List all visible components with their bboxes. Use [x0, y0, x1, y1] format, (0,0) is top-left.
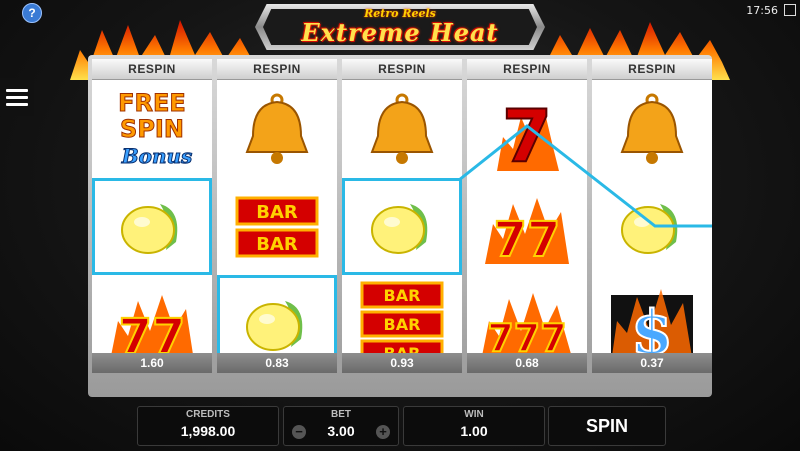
game-logo: Retro Reels Extreme Heat: [255, 4, 545, 50]
win-label: WIN: [464, 409, 484, 420]
credits-value: 1,998.00: [180, 423, 236, 439]
reel-multiplier: 0.68: [467, 353, 587, 373]
fullscreen-icon[interactable]: [784, 4, 796, 16]
free-text: FREE: [118, 89, 186, 117]
bar-text: BAR: [384, 286, 421, 305]
credits-panel: CREDITS 1,998.00: [137, 406, 279, 446]
bar-text: BAR: [384, 315, 421, 334]
symbol-bell: [342, 81, 462, 178]
reel-4: RESPIN 7 77 777 0.68: [467, 59, 587, 373]
respin-button[interactable]: RESPIN: [467, 59, 587, 80]
hamburger-icon-line: [6, 102, 28, 106]
respin-button[interactable]: RESPIN: [217, 59, 337, 80]
bonus-text: Bonus: [121, 144, 193, 168]
credits-label: CREDITS: [186, 409, 230, 420]
help-button[interactable]: ?: [22, 3, 42, 23]
bet-panel: BET 3.00 − +: [283, 406, 399, 446]
logo-title: Extreme Heat: [301, 18, 499, 47]
hamburger-icon-line: [6, 88, 28, 92]
spin-button[interactable]: SPIN: [548, 406, 666, 446]
clock: 17:56: [746, 4, 778, 17]
menu-button[interactable]: [0, 78, 34, 116]
respin-button[interactable]: RESPIN: [342, 59, 462, 80]
symbol-lemon: [92, 178, 212, 275]
symbol-double-bar: BAR BAR: [217, 178, 337, 275]
reel-2: RESPIN BAR BAR 0.83: [217, 59, 337, 373]
win-panel: WIN 1.00: [403, 406, 545, 446]
seven-text: 77: [494, 212, 561, 268]
reel-3: RESPIN BARBARBAR 0.93: [342, 59, 462, 373]
reel-multiplier: 0.93: [342, 353, 462, 373]
respin-button[interactable]: RESPIN: [92, 59, 212, 80]
reel-1: RESPIN FREE SPIN Bonus 77 1.60: [92, 59, 212, 373]
reel-multiplier: 1.60: [92, 353, 212, 373]
spin-text: SPIN: [120, 115, 184, 143]
bet-label: BET: [331, 409, 351, 420]
reel-multiplier: 0.83: [217, 353, 337, 373]
hamburger-icon-line: [6, 95, 28, 99]
symbol-bell: [217, 81, 337, 178]
win-value: 1.00: [460, 423, 488, 439]
bet-decrease-button[interactable]: −: [292, 425, 306, 439]
bar-text: BAR: [256, 234, 298, 255]
reel-multiplier: 0.37: [592, 353, 712, 373]
bar-text: BAR: [256, 202, 298, 223]
symbol-lemon: [592, 178, 712, 275]
symbol-double-seven: 77: [467, 178, 587, 275]
symbol-lemon: [342, 178, 462, 275]
seven-text: 7: [502, 94, 552, 173]
respin-button[interactable]: RESPIN: [592, 59, 712, 80]
reel-5: RESPIN $ 0.37: [592, 59, 712, 373]
symbol-bell: [592, 81, 712, 178]
bet-increase-button[interactable]: +: [376, 425, 390, 439]
symbol-seven: 7: [467, 81, 587, 178]
symbol-free-spin-bonus: FREE SPIN Bonus: [92, 81, 212, 178]
